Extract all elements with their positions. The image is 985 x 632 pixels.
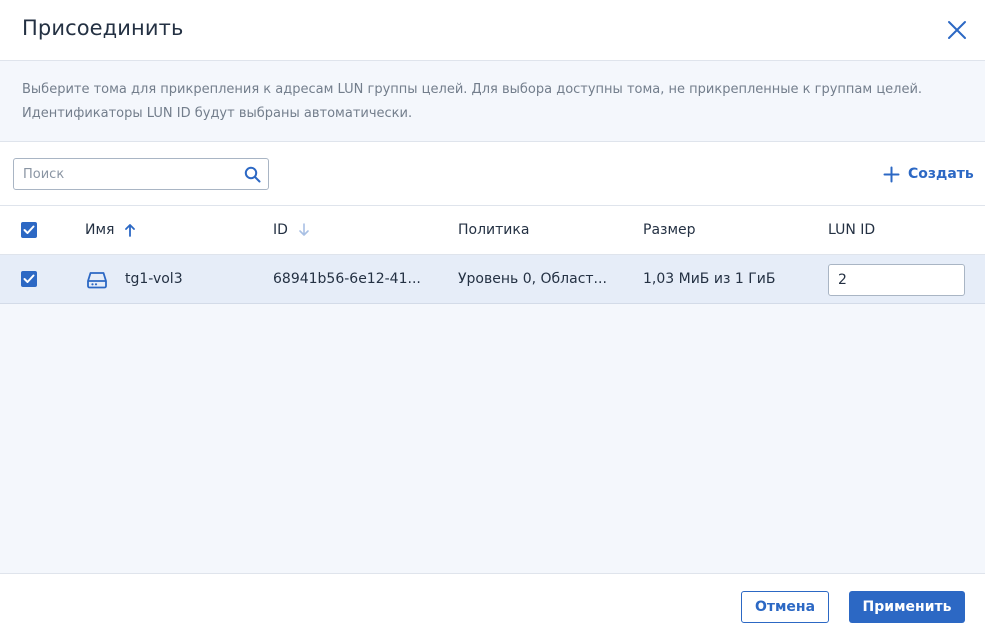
cancel-button[interactable]: Отмена (741, 591, 829, 623)
column-header-lun-id-label: LUN ID (828, 222, 876, 238)
column-header-size-label: Размер (643, 222, 696, 238)
column-header-lun-id[interactable]: LUN ID (828, 222, 875, 238)
attach-dialog: Присоединить Выберите тома для прикрепле… (0, 0, 985, 632)
sort-descending-icon (299, 223, 309, 236)
checkmark-icon (23, 274, 35, 283)
search-input[interactable] (14, 159, 234, 189)
close-icon (948, 21, 966, 39)
table-row[interactable]: tg1-vol3 68941b56-6e12-41... Уровень 0, … (0, 255, 985, 304)
plus-icon (883, 166, 900, 182)
column-header-id-label: ID (273, 222, 288, 238)
info-panel: Выберите тома для прикрепления к адресам… (0, 61, 985, 142)
column-header-policy[interactable]: Политика (458, 222, 529, 238)
close-button[interactable] (944, 17, 970, 43)
info-text: Выберите тома для прикрепления к адресам… (22, 82, 923, 121)
checkmark-icon (23, 225, 35, 234)
lun-id-input[interactable] (828, 264, 965, 296)
sort-ascending-icon (125, 224, 136, 237)
dialog-header: Присоединить (0, 0, 985, 61)
column-header-policy-label: Политика (458, 222, 530, 238)
column-header-name[interactable]: Имя (85, 222, 136, 238)
table-header: Имя ID Политика Размер LUN ID (0, 206, 985, 255)
row-id: 68941b56-6e12-41... (273, 271, 421, 287)
row-policy: Уровень 0, Област... (458, 271, 607, 287)
apply-button[interactable]: Применить (849, 591, 965, 623)
dialog-footer: Отмена Применить (0, 573, 985, 632)
create-button[interactable]: Создать (883, 163, 974, 185)
select-all-checkbox[interactable] (21, 222, 37, 238)
row-checkbox[interactable] (21, 271, 37, 287)
row-name: tg1-vol3 (125, 271, 183, 287)
search-box (13, 158, 269, 190)
dialog-title: Присоединить (22, 16, 184, 40)
search-icon[interactable] (244, 166, 261, 183)
volume-icon (87, 272, 107, 289)
column-header-id[interactable]: ID (273, 222, 310, 238)
table-toolbar: Создать (0, 142, 985, 206)
row-size: 1,03 МиБ из 1 ГиБ (643, 271, 776, 287)
column-header-size[interactable]: Размер (643, 222, 696, 238)
create-button-label: Создать (908, 166, 974, 182)
dialog-body: Создать Имя ID Политик (0, 142, 985, 573)
column-header-name-label: Имя (85, 222, 115, 238)
